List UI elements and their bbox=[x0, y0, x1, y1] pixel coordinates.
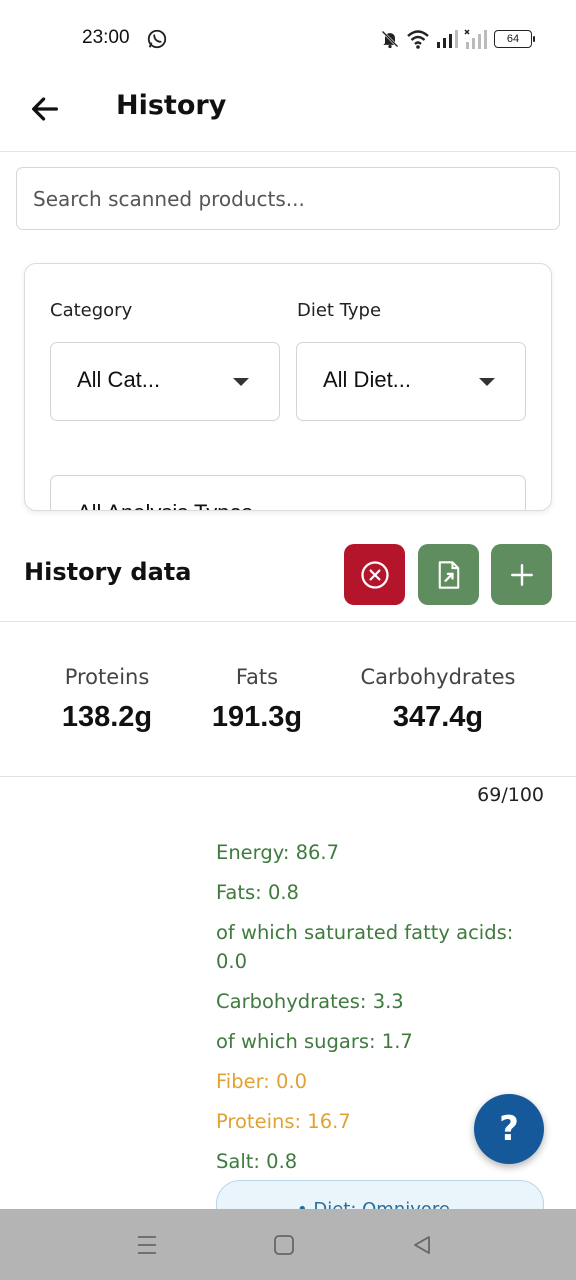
macro-value: 191.3g bbox=[211, 701, 303, 733]
menu-icon bbox=[138, 1236, 156, 1254]
system-navigation-bar bbox=[0, 1209, 576, 1280]
arrow-left-icon[interactable] bbox=[28, 92, 62, 126]
nutrient-fiber: Fiber: 0.0 bbox=[216, 1070, 308, 1093]
macro-fats: Fats 191.3g bbox=[200, 665, 314, 734]
home-square-icon bbox=[274, 1235, 294, 1255]
nutrient-sugars: of which sugars: 1.7 bbox=[216, 1030, 413, 1053]
macro-carbohydrates: Carbohydrates 347.4g bbox=[348, 665, 528, 734]
macro-proteins: Proteins 138.2g bbox=[48, 665, 166, 734]
close-circle-icon bbox=[360, 560, 389, 589]
diet-type-dropdown[interactable]: All Diet... bbox=[296, 342, 526, 421]
caret-down-icon bbox=[233, 378, 249, 386]
signal-icon-2 bbox=[464, 29, 487, 49]
plus-icon bbox=[510, 563, 533, 586]
file-export-icon bbox=[438, 560, 459, 589]
status-icons: 64 bbox=[380, 28, 535, 50]
diet-type-label: Diet Type bbox=[297, 300, 382, 321]
macro-value: 138.2g bbox=[61, 701, 153, 733]
home-nav-button[interactable] bbox=[270, 1231, 298, 1259]
status-bar: 23:00 64 bbox=[0, 0, 576, 76]
back-triangle-icon bbox=[414, 1236, 430, 1254]
diet-type-dropdown-value: All Diet... bbox=[323, 367, 412, 392]
clear-history-button[interactable] bbox=[344, 544, 405, 605]
help-button[interactable]: ? bbox=[474, 1094, 544, 1164]
status-time: 23:00 bbox=[82, 27, 130, 48]
app-bar: History bbox=[0, 76, 576, 152]
analysis-type-dropdown-value: All Analysis Types bbox=[77, 500, 253, 510]
bell-off-icon bbox=[381, 30, 399, 49]
history-data-header: History data bbox=[0, 528, 576, 622]
search-input[interactable] bbox=[16, 167, 560, 230]
macro-label: Fats bbox=[235, 665, 279, 689]
menu-nav-button[interactable] bbox=[133, 1231, 161, 1259]
back-nav-button[interactable] bbox=[408, 1231, 436, 1259]
nutrient-carbohydrates: Carbohydrates: 3.3 bbox=[216, 990, 404, 1013]
add-button[interactable] bbox=[491, 544, 552, 605]
macro-value: 347.4g bbox=[392, 701, 484, 733]
caret-down-icon bbox=[479, 378, 495, 386]
section-title: History data bbox=[24, 558, 192, 586]
nutrient-energy: Energy: 86.7 bbox=[216, 841, 340, 864]
score-label: 69/100 bbox=[477, 784, 544, 806]
category-label: Category bbox=[50, 300, 133, 321]
whatsapp-icon bbox=[147, 29, 167, 49]
filter-card: Category Diet Type All Cat... All Diet..… bbox=[24, 263, 552, 511]
export-button[interactable] bbox=[418, 544, 479, 605]
wifi-icon bbox=[407, 30, 429, 49]
battery-icon: 64 bbox=[494, 30, 535, 48]
macros-summary: Proteins 138.2g Fats 191.3g Carbohydrate… bbox=[0, 623, 576, 777]
nutrient-saturated-fats: of which saturated fatty acids: 0.0 bbox=[216, 921, 514, 973]
macro-label: Proteins bbox=[64, 665, 150, 689]
category-dropdown-value: All Cat... bbox=[77, 367, 161, 392]
category-dropdown[interactable]: All Cat... bbox=[50, 342, 280, 421]
signal-icon bbox=[437, 30, 458, 48]
macro-label: Carbohydrates bbox=[360, 665, 516, 689]
nutrient-fats: Fats: 0.8 bbox=[216, 881, 299, 904]
page-title: History bbox=[116, 90, 227, 121]
analysis-type-dropdown[interactable]: All Analysis Types bbox=[50, 475, 526, 510]
